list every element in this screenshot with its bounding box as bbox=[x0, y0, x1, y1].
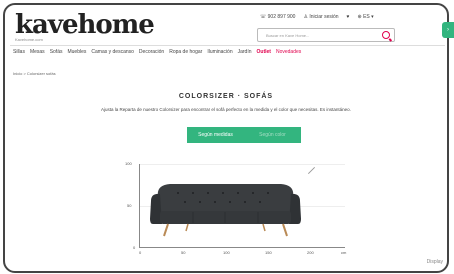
heart-icon[interactable]: ♥ bbox=[347, 14, 350, 20]
x-tick-label: 100 bbox=[223, 250, 230, 255]
y-axis bbox=[139, 164, 140, 247]
mode-tabs: Según medidas Según color bbox=[187, 127, 301, 143]
main-nav: Sillas Mesas Sofás Muebles Camas y desca… bbox=[13, 49, 301, 55]
page-title: COLORSIZER · SOFÁS bbox=[178, 93, 274, 100]
search-icon[interactable] bbox=[382, 31, 390, 39]
y-tick-label: 50 bbox=[127, 203, 132, 208]
nav-item-new[interactable]: Novedades bbox=[276, 49, 301, 55]
x-tick-label: 50 bbox=[181, 250, 186, 255]
nav-item[interactable]: Mesas bbox=[30, 49, 45, 55]
x-tick-label: 150 bbox=[265, 250, 272, 255]
y-tick-label: 100 bbox=[125, 161, 132, 166]
nav-item-outlet[interactable]: Outlet bbox=[257, 49, 271, 55]
tab-by-color[interactable]: Según color bbox=[244, 127, 301, 143]
y-tick-label: 0 bbox=[133, 245, 136, 250]
page-description: Ajusta la Reparta de nuestro Colorsizer … bbox=[101, 107, 351, 112]
tagline: Kavehome.com bbox=[15, 37, 43, 42]
watermark: Display bbox=[426, 259, 443, 265]
x-tick-label: 200 bbox=[307, 250, 314, 255]
nav-item[interactable]: Sillas bbox=[13, 49, 25, 55]
sofa-size-chart: 100 50 0 0 50 100 150 200 cm bbox=[123, 157, 353, 262]
nav-item[interactable]: Camas y descanso bbox=[91, 49, 134, 55]
expand-icon[interactable] bbox=[307, 167, 314, 174]
search-placeholder: Buscar en Kave Home... bbox=[266, 33, 310, 38]
nav-item[interactable]: Ropa de hogar bbox=[169, 49, 202, 55]
search-input[interactable]: Buscar en Kave Home... bbox=[257, 28, 395, 42]
nav-item[interactable]: Iluminación bbox=[207, 49, 232, 55]
x-axis bbox=[139, 247, 345, 248]
account-link[interactable]: ♙ Iniciar sesión bbox=[303, 14, 338, 20]
x-unit-label: cm bbox=[341, 250, 347, 255]
nav-item[interactable]: Jardín bbox=[238, 49, 252, 55]
x-tick-label: 0 bbox=[139, 250, 142, 255]
grid-line bbox=[139, 164, 345, 165]
nav-item[interactable]: Decoración bbox=[139, 49, 164, 55]
phone-link[interactable]: ☏ 902 897 900 bbox=[260, 14, 295, 20]
browser-frame: kavehome Kavehome.com ☏ 902 897 900 ♙ In… bbox=[3, 3, 449, 273]
logo[interactable]: kavehome bbox=[15, 10, 155, 40]
top-bar: ☏ 902 897 900 ♙ Iniciar sesión ♥ ⊕ ES ▾ bbox=[260, 14, 374, 20]
sofa-image bbox=[150, 184, 301, 237]
nav-item[interactable]: Sofás bbox=[50, 49, 63, 55]
nav-item[interactable]: Muebles bbox=[67, 49, 86, 55]
side-feedback-tab[interactable]: › bbox=[442, 22, 454, 38]
tab-by-size[interactable]: Según medidas bbox=[187, 127, 244, 143]
breadcrumb[interactable]: Inicio > Colorsizer sofás bbox=[13, 71, 56, 76]
header-divider bbox=[10, 45, 445, 46]
language-selector[interactable]: ⊕ ES ▾ bbox=[358, 14, 374, 20]
